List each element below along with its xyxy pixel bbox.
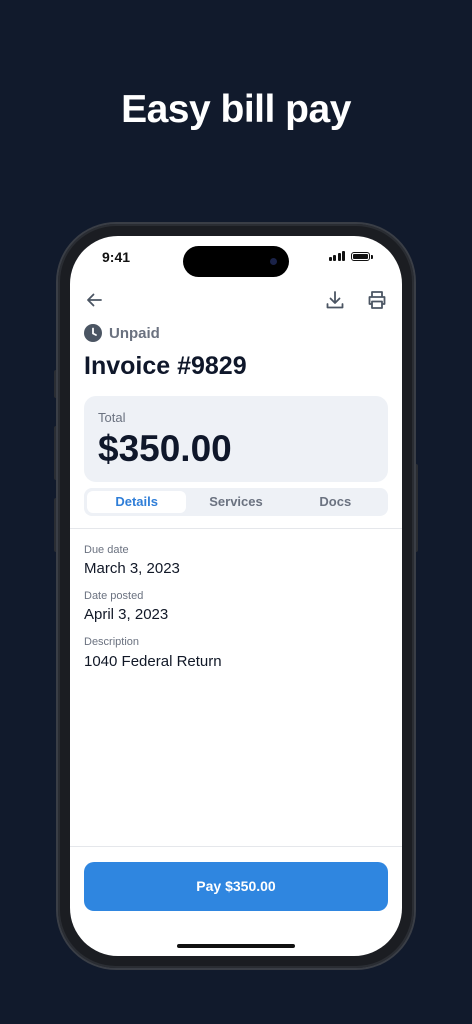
camera-icon <box>270 258 277 265</box>
promo-stage: Easy bill pay 9:41 Unpaid Invoice #9829 … <box>0 0 472 1024</box>
status-time: 9:41 <box>102 249 131 265</box>
battery-icon <box>351 251 373 261</box>
total-label: Total <box>98 410 126 425</box>
download-icon <box>326 291 344 309</box>
tab-bar: Details Services Docs <box>84 488 388 516</box>
tab-details[interactable]: Details <box>87 491 187 513</box>
date-posted-label: Date posted <box>84 590 144 602</box>
download-button[interactable] <box>323 288 347 312</box>
clock-icon <box>84 324 102 342</box>
due-date-label: Due date <box>84 544 129 556</box>
footer-divider <box>70 846 402 847</box>
invoice-status: Unpaid <box>84 324 160 342</box>
promo-headline: Easy bill pay <box>121 88 351 131</box>
date-posted-value: April 3, 2023 <box>84 606 169 623</box>
tabs-divider <box>70 528 402 529</box>
description-label: Description <box>84 636 140 648</box>
arrow-left-icon <box>87 293 102 307</box>
back-button[interactable] <box>82 288 106 312</box>
due-date-value: March 3, 2023 <box>84 560 180 577</box>
status-indicators <box>328 251 373 261</box>
status-label: Unpaid <box>109 324 160 342</box>
power-button <box>414 464 418 552</box>
tab-services[interactable]: Services <box>186 491 285 513</box>
invoice-title: Invoice #9829 <box>84 352 247 380</box>
print-button[interactable] <box>365 288 389 312</box>
cellular-signal-icon <box>328 251 345 261</box>
dynamic-island <box>183 246 289 277</box>
total-amount: $350.00 <box>98 428 232 469</box>
printer-icon <box>368 291 386 309</box>
description-value: 1040 Federal Return <box>84 653 222 670</box>
home-indicator[interactable] <box>177 944 295 948</box>
tab-docs[interactable]: Docs <box>286 491 385 513</box>
total-card: Total $350.00 <box>84 396 388 482</box>
pay-button[interactable]: Pay $350.00 <box>84 862 388 911</box>
phone-screen: 9:41 Unpaid Invoice #9829 Total $350.00 … <box>70 236 402 956</box>
